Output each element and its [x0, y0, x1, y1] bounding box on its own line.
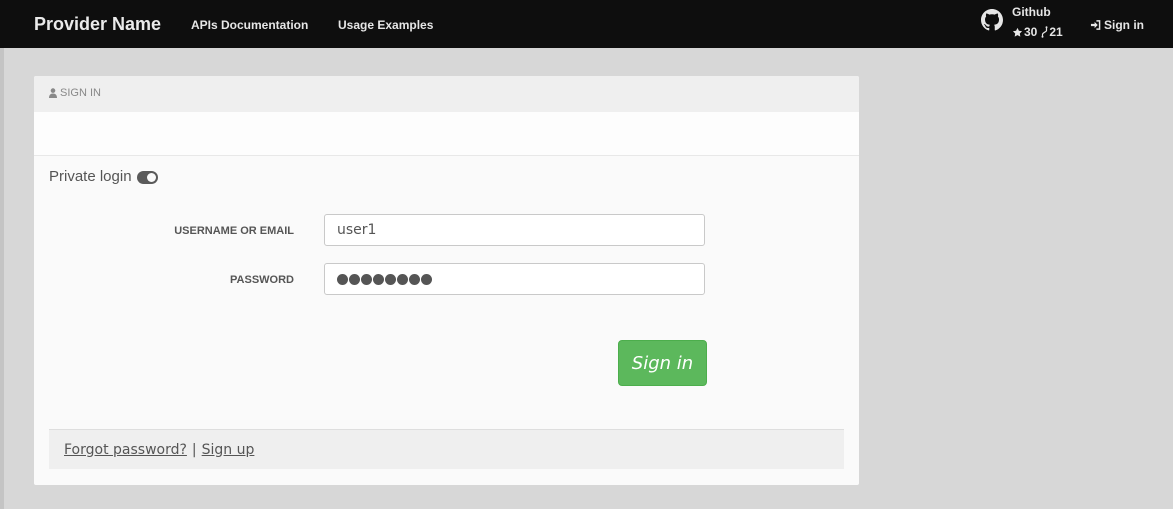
nav-link-apis-documentation[interactable]: APIs Documentation: [191, 18, 308, 32]
star-icon: [1012, 27, 1023, 37]
password-dot: [397, 273, 408, 285]
password-dot: [421, 273, 432, 285]
forgot-password-link[interactable]: Forgot password?: [64, 442, 187, 458]
password-dot: [337, 273, 348, 285]
nav-signin-label: Sign in: [1104, 18, 1144, 32]
panel-title-text: SIGN IN: [60, 87, 101, 99]
password-mask: [337, 273, 432, 285]
password-input[interactable]: [324, 263, 705, 295]
password-dot: [361, 273, 372, 285]
signin-panel: SIGN IN Private login USERNAME OR EMAIL …: [34, 76, 859, 485]
password-dot: [409, 273, 420, 285]
password-dot: [373, 273, 384, 285]
panel-title: SIGN IN: [49, 87, 101, 99]
private-login-toggle[interactable]: [136, 171, 158, 184]
password-label: PASSWORD: [230, 274, 294, 286]
password-dot: [385, 273, 396, 285]
private-login-label: Private login: [49, 168, 132, 185]
username-value: user1: [337, 222, 377, 238]
fork-icon: [1041, 26, 1048, 38]
username-input[interactable]: user1: [324, 214, 705, 246]
private-login-row: Private login: [49, 168, 158, 185]
password-dot: [349, 273, 360, 285]
top-navbar: Provider Name APIs Documentation Usage E…: [0, 0, 1173, 48]
github-stats: 30 21: [1012, 25, 1063, 39]
nav-link-usage-examples[interactable]: Usage Examples: [338, 18, 433, 32]
page-left-edge: [0, 0, 4, 509]
footer-separator: |: [191, 441, 197, 458]
user-icon: [49, 88, 57, 98]
panel-spacer: [34, 112, 859, 156]
panel-header: SIGN IN: [34, 76, 859, 112]
github-stars-count: 30: [1024, 25, 1038, 39]
github-forks-count: 21: [1049, 25, 1063, 39]
github-icon[interactable]: [981, 9, 1003, 31]
signup-link[interactable]: Sign up: [202, 442, 255, 458]
signin-button[interactable]: Sign in: [618, 340, 707, 386]
nav-signin-link[interactable]: Sign in: [1090, 18, 1144, 32]
brand-link[interactable]: Provider Name: [34, 14, 161, 35]
username-label: USERNAME OR EMAIL: [174, 225, 294, 237]
panel-footer: Forgot password? | Sign up: [49, 429, 844, 469]
sign-in-icon: [1090, 20, 1101, 30]
github-link[interactable]: Github: [1012, 5, 1051, 19]
